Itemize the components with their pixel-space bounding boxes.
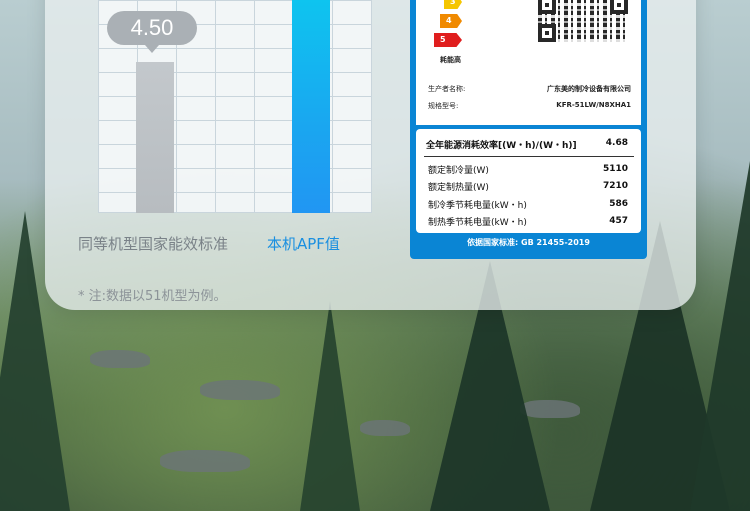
spec-label-cooling: 额定制冷量(W): [428, 166, 489, 176]
spec-value-cooling: 5110: [602, 164, 628, 174]
spec-value-heating-power: 457: [609, 216, 628, 226]
qr-code-icon: [538, 0, 628, 42]
grade-caption: 耗能高: [440, 56, 461, 64]
spec-label-cooling-power: 制冷季节耗电量(kW・h): [428, 201, 527, 211]
standard-value-tag: 4.50: [107, 11, 197, 53]
spec-label-heating: 额定制热量(W): [428, 183, 489, 193]
legend-apf: 本机APF值: [267, 235, 340, 253]
manufacturer-label: 生产者名称:: [428, 85, 466, 93]
grade-bar-5: 5: [434, 33, 462, 47]
bar-apf: [292, 0, 330, 213]
spec-value-heating: 7210: [602, 181, 628, 191]
model-value: KFR-51LW/N8XHA1: [556, 101, 631, 109]
spec-value-cooling-power: 586: [609, 199, 628, 209]
model-label: 规格型号:: [428, 102, 459, 110]
spec-divider: [424, 156, 634, 157]
apf-label: 全年能源消耗效率[(W・h)/(W・h)]: [426, 141, 577, 151]
manufacturer-value: 广东美的制冷设备有限公司: [547, 85, 631, 93]
apf-value: 4.68: [605, 138, 628, 148]
spec-label-heating-power: 制热季节耗电量(kW・h): [428, 218, 527, 228]
bar-standard: [136, 62, 174, 213]
legend-standard: 同等机型国家能效标准: [78, 235, 229, 253]
footnote: * 注:数据以51机型为例。: [78, 289, 227, 304]
standard-reference: 依据国家标准: GB 21455-2019: [467, 238, 590, 247]
